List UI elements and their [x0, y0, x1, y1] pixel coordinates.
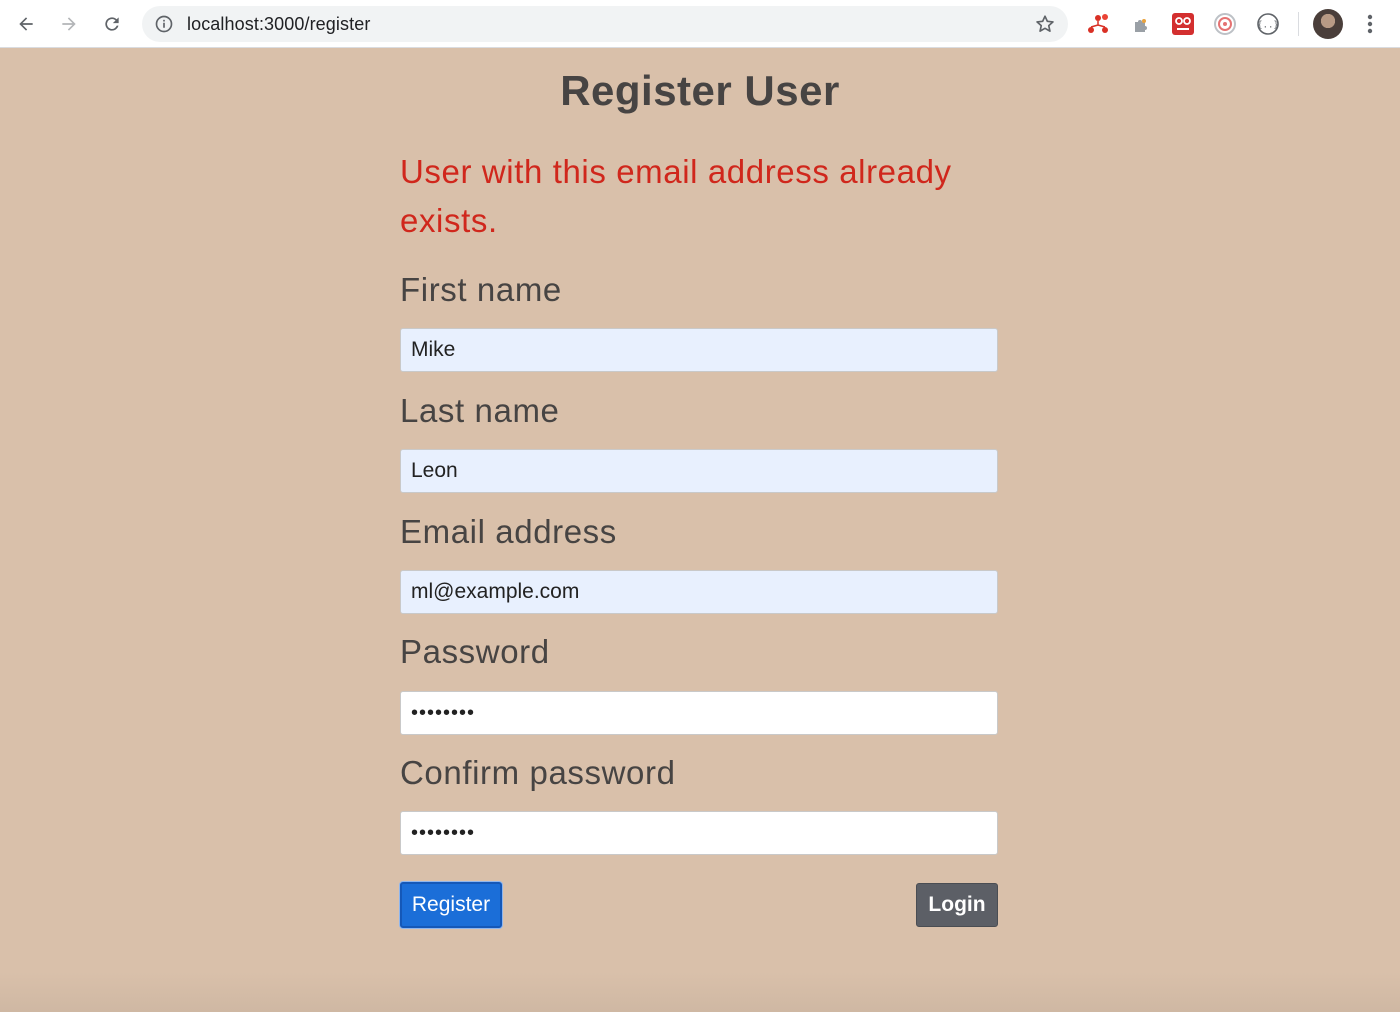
- red-square-icon: [1172, 13, 1194, 35]
- more-vert-icon[interactable]: [1360, 12, 1380, 36]
- error-message: User with this email address already exi…: [400, 153, 952, 239]
- confirm-password-input[interactable]: ••••••••: [400, 811, 998, 855]
- first-name-label: First name: [400, 271, 562, 308]
- arrow-right-icon: [62, 17, 76, 31]
- braces-icon: {..}: [1257, 13, 1279, 35]
- extension-red-square-icon[interactable]: [1170, 11, 1196, 37]
- extension-network-icon[interactable]: [1085, 11, 1111, 37]
- url-text[interactable]: localhost:3000/register: [187, 14, 370, 35]
- extension-puzzle-icon[interactable]: [1128, 11, 1154, 37]
- page-title: Register User: [560, 67, 840, 114]
- info-icon[interactable]: [154, 14, 174, 34]
- svg-text:{..}: {..}: [1257, 21, 1279, 31]
- email-input[interactable]: ml@example.com: [400, 570, 998, 614]
- back-button[interactable]: [10, 8, 42, 40]
- toolbar-separator: [1298, 12, 1299, 36]
- arrow-left-icon: [19, 17, 33, 31]
- login-button[interactable]: Login: [916, 883, 998, 927]
- extension-json-icon[interactable]: {..}: [1255, 11, 1281, 37]
- bottom-shade: [0, 972, 1400, 1012]
- profile-avatar[interactable]: [1313, 9, 1343, 39]
- confirm-password-label: Confirm password: [400, 754, 676, 791]
- reload-icon: [105, 17, 119, 31]
- password-input[interactable]: ••••••••: [400, 691, 998, 735]
- reload-button[interactable]: [96, 8, 128, 40]
- address-bar[interactable]: localhost:3000/register: [142, 6, 1068, 42]
- star-icon[interactable]: [1034, 13, 1056, 35]
- last-name-input[interactable]: Leon: [400, 449, 998, 493]
- puzzle-icon: [1135, 19, 1147, 32]
- register-button[interactable]: Register: [400, 882, 502, 928]
- target-icon: [1214, 13, 1236, 35]
- last-name-label: Last name: [400, 392, 560, 429]
- password-label: Password: [400, 633, 550, 670]
- page-content: Register User User with this email addre…: [0, 49, 1400, 1012]
- forward-button[interactable]: [53, 8, 85, 40]
- first-name-input[interactable]: Mike: [400, 328, 998, 372]
- network-icon: [1088, 14, 1108, 33]
- email-label: Email address: [400, 513, 617, 550]
- extension-target-icon[interactable]: [1212, 11, 1238, 37]
- browser-toolbar: localhost:3000/register {..}: [0, 0, 1400, 48]
